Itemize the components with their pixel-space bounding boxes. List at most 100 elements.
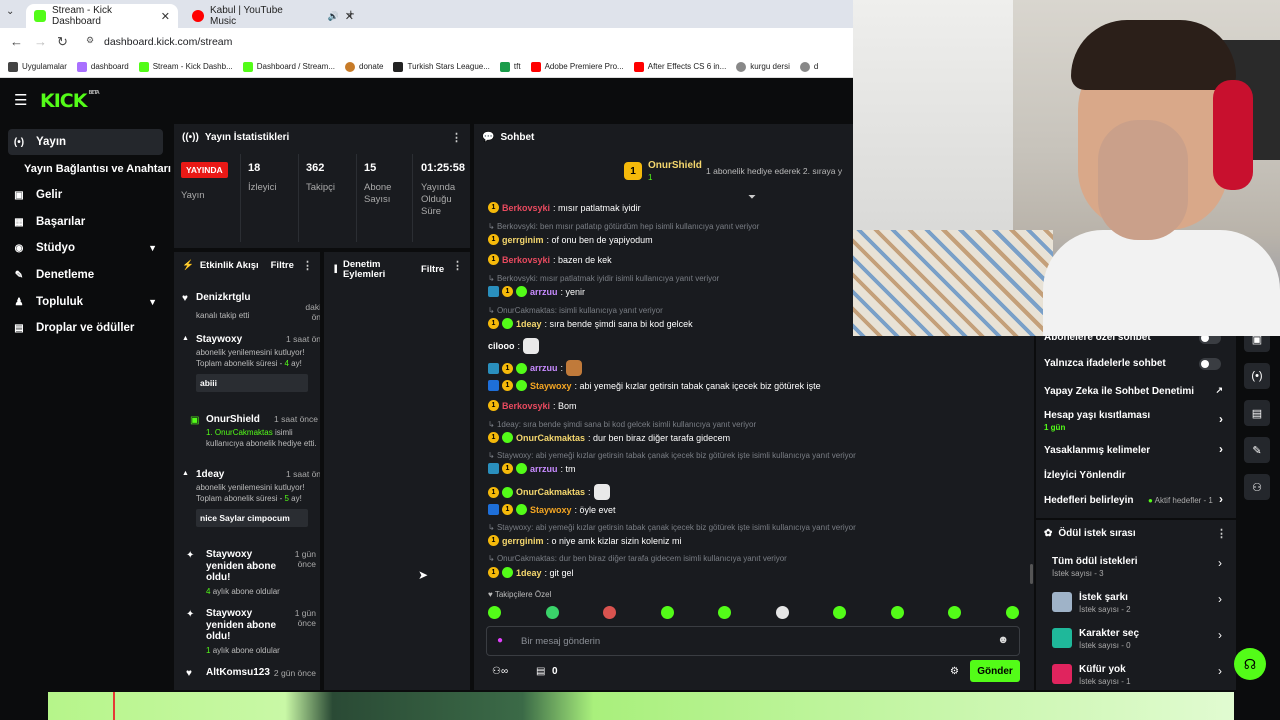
chat-reply-context: ↳ Staywoxy: abi yemeği kızlar getirsin t… — [488, 523, 856, 532]
setting-banned-words[interactable]: Yasaklanmış kelimeler › — [1044, 442, 1229, 456]
reload-icon[interactable]: ↻ — [57, 34, 68, 50]
emoji-icon[interactable]: ☻ — [997, 634, 1009, 646]
sidebar-item-denetleme[interactable]: ✎ Denetleme — [8, 262, 163, 288]
setting-emotes-only[interactable]: Yalnızca ifadelerle sohbet — [1044, 358, 1229, 370]
emote-button-icon[interactable] — [603, 606, 616, 619]
send-button[interactable]: Gönder — [970, 660, 1020, 682]
emote-button-icon[interactable] — [545, 606, 559, 619]
sidebar-item-yayin[interactable]: (•) Yayın — [8, 129, 163, 155]
emote-button-icon[interactable] — [488, 606, 501, 619]
gift-icon[interactable]: ▤ — [536, 666, 545, 677]
kick-logo[interactable]: KICK BETA — [40, 90, 100, 112]
layout-icon[interactable]: ▤ — [1244, 400, 1270, 426]
sidebar-item-topluluk[interactable]: ♟ Topluluk ▼ — [8, 289, 163, 315]
menu-icon[interactable]: ☰ — [14, 91, 27, 109]
setting-viewer-redirect[interactable]: İzleyici Yönlendir — [1044, 470, 1229, 481]
chat-username[interactable]: arrzuu — [530, 363, 558, 373]
chat-username[interactable]: gerrginim — [502, 235, 544, 245]
bookmark-item[interactable]: tft — [499, 61, 521, 72]
emote-button-icon[interactable] — [833, 606, 846, 619]
chat-input[interactable]: ● Bir mesaj gönderin ☻ — [486, 626, 1020, 656]
bookmark-item[interactable]: Adobe Premiere Pro... — [530, 61, 624, 72]
setting-account-age[interactable]: Hesap yaşı kısıtlaması 1 gün › — [1044, 410, 1229, 432]
close-tab-icon[interactable]: ✕ — [161, 10, 170, 23]
reward-all-requests[interactable]: Tüm ödül istekleri İstek sayısı - 3 › — [1052, 554, 1222, 584]
more-options-icon[interactable]: ⋮ — [1216, 527, 1227, 540]
stat-followers: 362 Takipçi — [306, 162, 336, 193]
chat-settings-icon[interactable]: ⚙ — [950, 666, 959, 677]
reward-character-select[interactable]: Karakter seç İstek sayısı - 0 › — [1052, 626, 1222, 656]
chat-username[interactable]: Staywoxy — [530, 381, 572, 391]
tab-youtube-music[interactable]: Kabul | YouTube Music 🔊 ✕ — [184, 4, 362, 28]
star-icon: ▲ — [182, 335, 189, 342]
microphone-icon[interactable]: ● — [497, 635, 503, 646]
reward-no-swearing[interactable]: Küfür yok İstek sayısı - 1 › — [1052, 662, 1222, 692]
sidebar-item-studyo[interactable]: ◉ Stüdyo ▼ — [8, 235, 163, 261]
bookmark-item[interactable]: Dashboard / Stream... — [242, 61, 335, 72]
bookmark-item[interactable]: kurgu dersi — [736, 61, 790, 72]
setting-goals[interactable]: Hedefleri belirleyin ● Aktif hedefler - 1… — [1044, 492, 1229, 506]
chat-username[interactable]: 1deay — [516, 319, 542, 329]
url-field[interactable]: ⚙ dashboard.kick.com/stream — [80, 31, 860, 53]
new-tab-icon[interactable]: + — [347, 6, 355, 21]
reward-song-request[interactable]: İstek şarkı İstek sayısı - 2 › — [1052, 590, 1222, 620]
emote-button-icon[interactable] — [948, 606, 961, 619]
bookmark-item[interactable]: donate — [345, 61, 383, 72]
chat-username[interactable]: 1deay — [516, 568, 542, 578]
bookmark-item[interactable]: d — [799, 61, 818, 72]
bookmark-apps[interactable]: Uygulamalar — [8, 61, 67, 72]
broadcast-icon[interactable]: (•) — [1244, 363, 1270, 389]
apps-grid-icon — [8, 61, 18, 72]
moderation-filter-button[interactable]: Filtre — [421, 265, 444, 275]
chat-username[interactable]: Berkovsyki — [502, 203, 550, 213]
external-link-icon: ↗ — [1215, 385, 1223, 395]
speaker-icon[interactable]: 🔊 — [328, 11, 339, 22]
emote-button-icon[interactable] — [1005, 606, 1019, 619]
collapse-icon[interactable]: ⏷ — [748, 192, 756, 203]
emote-button-icon[interactable] — [775, 606, 789, 619]
chat-scrollbar[interactable] — [1030, 564, 1033, 584]
tab-title: Stream - Kick Dashboard — [52, 5, 113, 27]
chat-username[interactable]: arrzuu — [530, 464, 558, 474]
back-icon[interactable]: ← — [10, 34, 23, 49]
tab-search-icon[interactable]: ⌄ — [6, 6, 14, 17]
sidebar-item-basarilar[interactable]: ▦ Başarılar — [8, 209, 163, 235]
chat-username[interactable]: gerrginim — [502, 536, 544, 546]
community-icon[interactable]: ⚇ — [1244, 474, 1270, 500]
toggle[interactable] — [1199, 358, 1221, 370]
sidebar-item-gelir[interactable]: ▣ Gelir — [8, 182, 163, 208]
activity-filter-button[interactable]: Filtre — [271, 260, 294, 271]
sidebar-item-stream-key[interactable]: Yayın Bağlantısı ve Anahtarı — [20, 156, 175, 182]
youtube-music-favicon-icon — [192, 10, 204, 22]
channel-points-icon[interactable]: ⚇∞ — [492, 666, 508, 677]
moderation-actions-panel: ▐ Denetim Eylemleri Filtre ⋮ ➤ — [324, 252, 470, 690]
tab-kick-dashboard[interactable]: Stream - Kick Dashboard ✕ — [26, 4, 178, 28]
league-icon — [393, 61, 404, 72]
chat-username[interactable]: Staywoxy — [530, 505, 572, 515]
setting-ai-moderation[interactable]: Yapay Zeka ile Sohbet Denetimi ↗ — [1044, 385, 1229, 397]
emote-button-icon[interactable] — [718, 606, 731, 619]
emote-button-icon[interactable] — [660, 606, 674, 619]
emote-button-icon[interactable] — [890, 606, 904, 619]
chat-username[interactable]: Berkovsyki — [502, 255, 550, 265]
bookmark-item[interactable]: dashboard — [76, 61, 129, 72]
bookmark-item[interactable]: After Effects CS 6 in... — [633, 61, 726, 72]
sidebar-item-droplar[interactable]: ▤ Droplar ve ödüller — [8, 315, 163, 341]
youtube-icon — [633, 61, 644, 72]
chat-username[interactable]: arrzuu — [530, 287, 558, 297]
chat-username[interactable]: OnurCakmaktas — [516, 433, 585, 443]
activity-item: ▣ OnurShield 1 saat önce 1. OnurCakmakta… — [190, 414, 318, 448]
site-info-icon[interactable]: ⚙ — [86, 35, 94, 46]
more-options-icon[interactable]: ⋮ — [451, 131, 462, 144]
bookmark-item[interactable]: Stream - Kick Dashb... — [138, 61, 233, 72]
gifter-badge-icon: 1 — [488, 400, 499, 411]
chat-username[interactable]: OnurCakmaktas — [516, 487, 585, 497]
more-options-icon[interactable]: ⋮ — [302, 259, 313, 272]
chat-username[interactable]: cilooo — [488, 341, 515, 351]
chat-username[interactable]: Berkovsyki — [502, 401, 550, 411]
forward-icon[interactable]: → — [34, 34, 47, 49]
wrench-icon[interactable]: ✎ — [1244, 437, 1270, 463]
help-chat-icon[interactable]: ☊ — [1234, 648, 1266, 680]
bookmark-item[interactable]: Turkish Stars League... — [393, 61, 490, 72]
more-options-icon[interactable]: ⋮ — [452, 259, 463, 272]
